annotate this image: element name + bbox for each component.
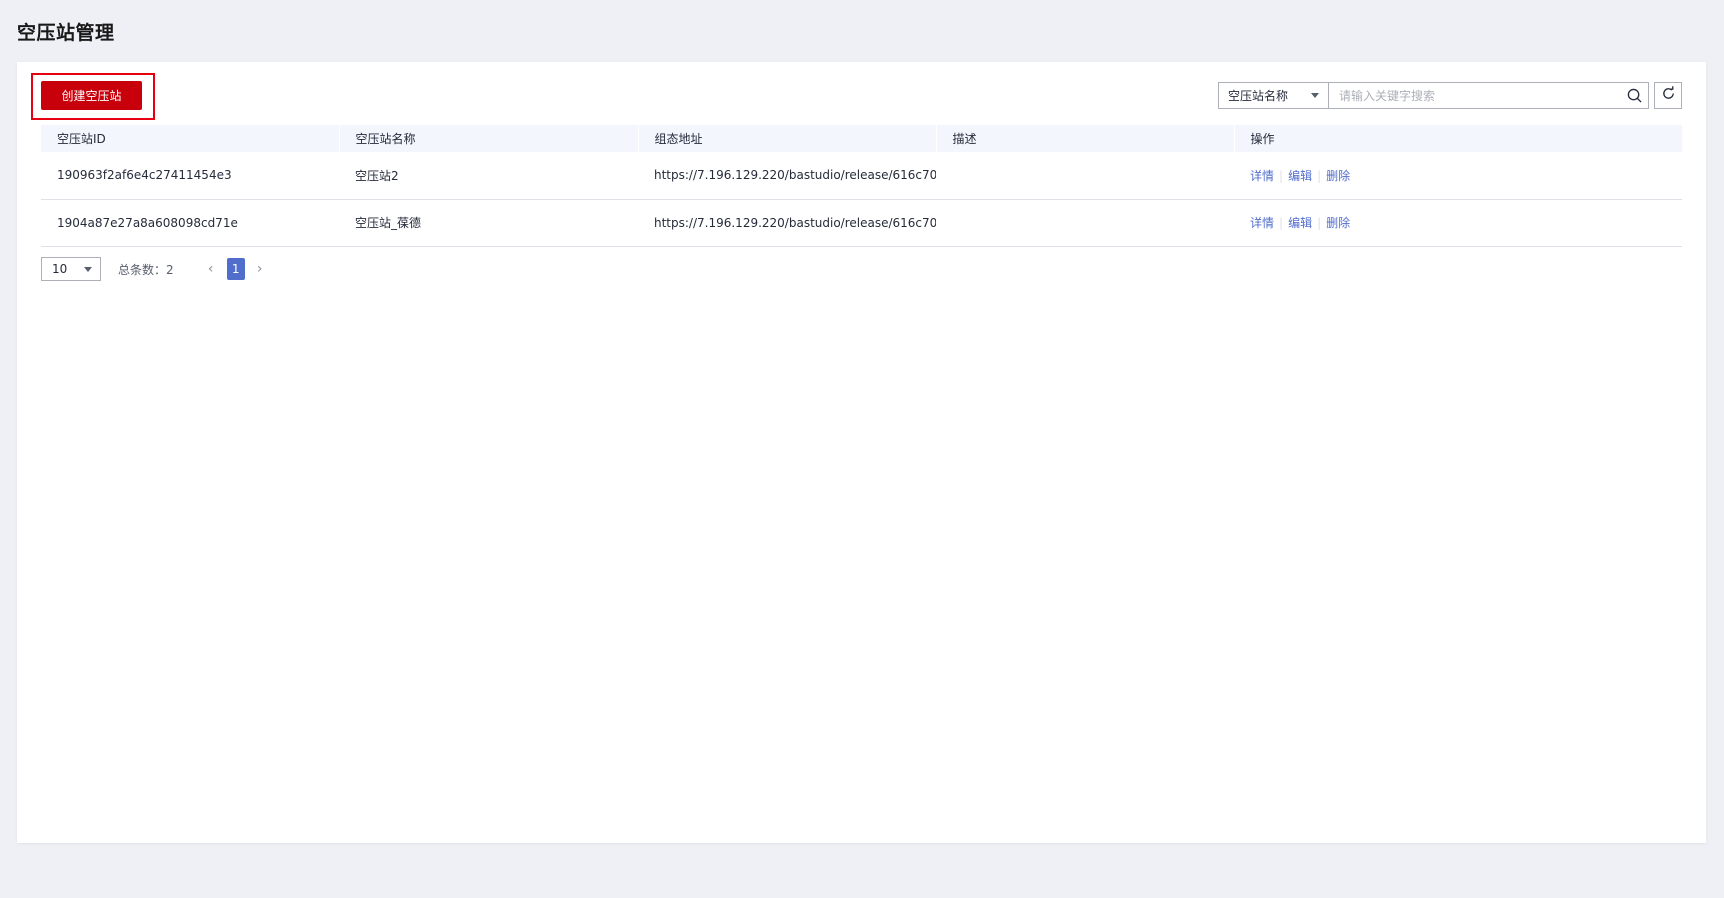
- page-number-current[interactable]: 1: [226, 258, 245, 280]
- page-size-value: 10: [52, 262, 68, 276]
- cell-address: https://7.196.129.220/bastudio/release/6…: [638, 199, 936, 247]
- table-row: 190963f2af6e4c27411454e3 空压站2 https://7.…: [41, 152, 1682, 200]
- caret-down-icon: [1311, 93, 1319, 98]
- cell-station-name: 空压站_葆德: [339, 199, 638, 247]
- search-input[interactable]: [1329, 83, 1620, 108]
- cell-station-id: 1904a87e27a8a608098cd71e: [41, 199, 339, 247]
- column-header-id: 空压站ID: [41, 125, 340, 152]
- refresh-button[interactable]: [1654, 82, 1682, 109]
- column-header-address: 组态地址: [638, 125, 937, 152]
- edit-link[interactable]: 编辑: [1288, 169, 1312, 183]
- total-count: 总条数：2: [118, 262, 174, 277]
- search-area: 空压站名称: [1218, 82, 1682, 109]
- cell-description: [936, 199, 1234, 247]
- column-header-description: 描述: [936, 125, 1235, 152]
- detail-link[interactable]: 详情: [1250, 169, 1274, 183]
- action-separator: |: [1279, 216, 1284, 230]
- page-size-select[interactable]: 10: [41, 257, 101, 281]
- cell-description: [936, 152, 1234, 200]
- delete-link[interactable]: 删除: [1326, 216, 1350, 230]
- edit-link[interactable]: 编辑: [1288, 216, 1312, 230]
- column-header-actions: 操作: [1234, 125, 1683, 152]
- column-header-name: 空压站名称: [339, 125, 639, 152]
- table-header-row: 空压站ID 空压站名称 组态地址 描述 操作: [41, 125, 1683, 152]
- action-separator: |: [1317, 168, 1322, 183]
- main-card: 创建空压站 空压站名称 请输入关键字搜索 空压站ID 空压站名称 组态地址 描述…: [17, 62, 1706, 843]
- caret-down-icon: [84, 266, 92, 272]
- page-title: 空压站管理: [17, 22, 115, 44]
- cell-actions: 详情 | 编辑 | 删除: [1234, 199, 1682, 247]
- search-field-select[interactable]: 空压站名称: [1218, 82, 1329, 109]
- cell-actions: 详情 | 编辑 | 删除: [1234, 152, 1682, 200]
- next-page-icon[interactable]: ›: [254, 261, 266, 277]
- pagination: 10 总条数：2 ‹ 1 ›: [41, 257, 266, 281]
- cell-station-name: 空压站2: [339, 152, 638, 200]
- station-table: 空压站ID 空压站名称 组态地址 描述 操作 190963f2af6e4c274…: [41, 125, 1683, 247]
- search-field-label: 空压站名称: [1228, 89, 1289, 103]
- cell-address: https://7.196.129.220/bastudio/release/6…: [638, 152, 936, 200]
- search-box: [1329, 82, 1649, 109]
- create-station-button[interactable]: 创建空压站: [41, 81, 142, 110]
- prev-page-icon[interactable]: ‹: [205, 261, 217, 277]
- detail-link[interactable]: 详情: [1250, 216, 1274, 230]
- action-separator: |: [1279, 168, 1284, 183]
- search-icon[interactable]: [1620, 83, 1648, 108]
- table-row: 1904a87e27a8a608098cd71e 空压站_葆德 https://…: [41, 199, 1682, 247]
- action-separator: |: [1317, 216, 1322, 230]
- delete-link[interactable]: 删除: [1326, 169, 1350, 183]
- cell-station-id: 190963f2af6e4c27411454e3: [41, 152, 339, 200]
- refresh-icon: [1661, 86, 1676, 105]
